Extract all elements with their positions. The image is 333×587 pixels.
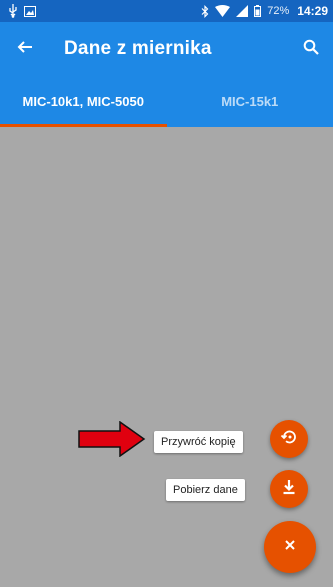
app-bar: Dane z miernika <box>0 22 333 76</box>
back-button[interactable] <box>6 22 44 76</box>
tab-mic-10k1-mic-5050[interactable]: MIC-10k1, MIC-5050 <box>0 76 167 127</box>
arrow-left-icon <box>17 39 33 60</box>
tab-mic-15k1[interactable]: MIC-15k1 <box>167 76 333 127</box>
usb-icon <box>8 4 18 18</box>
close-icon <box>284 538 296 556</box>
download-icon <box>281 479 297 500</box>
search-button[interactable] <box>289 22 333 76</box>
battery-percent: 72% <box>267 5 290 17</box>
status-left-icons <box>8 4 36 18</box>
download-data-label[interactable]: Pobierz dane <box>166 479 245 501</box>
bluetooth-icon <box>201 4 209 18</box>
status-bar: 72% 14:29 <box>0 0 333 22</box>
battery-icon <box>254 5 262 17</box>
close-menu-fab[interactable] <box>264 521 316 573</box>
page-title: Dane z miernika <box>64 38 212 59</box>
red-arrow-icon <box>78 421 146 457</box>
download-data-button[interactable] <box>270 470 308 508</box>
restore-icon <box>280 428 298 451</box>
wifi-icon <box>215 5 231 17</box>
restore-backup-button[interactable] <box>270 420 308 458</box>
tab-bar: MIC-10k1, MIC-5050 MIC-15k1 <box>0 76 333 127</box>
status-right-icons: 72% 14:29 <box>201 4 328 18</box>
fab-menu-scrim[interactable] <box>0 127 333 587</box>
search-icon <box>303 39 319 60</box>
app-screen: 72% 14:29 Dane z miernika MIC-10k1, MIC-… <box>0 0 333 587</box>
signal-icon <box>236 5 249 17</box>
status-time: 14:29 <box>297 4 328 18</box>
image-notification-icon <box>24 5 36 17</box>
restore-backup-label[interactable]: Przywróć kopię <box>154 431 243 453</box>
